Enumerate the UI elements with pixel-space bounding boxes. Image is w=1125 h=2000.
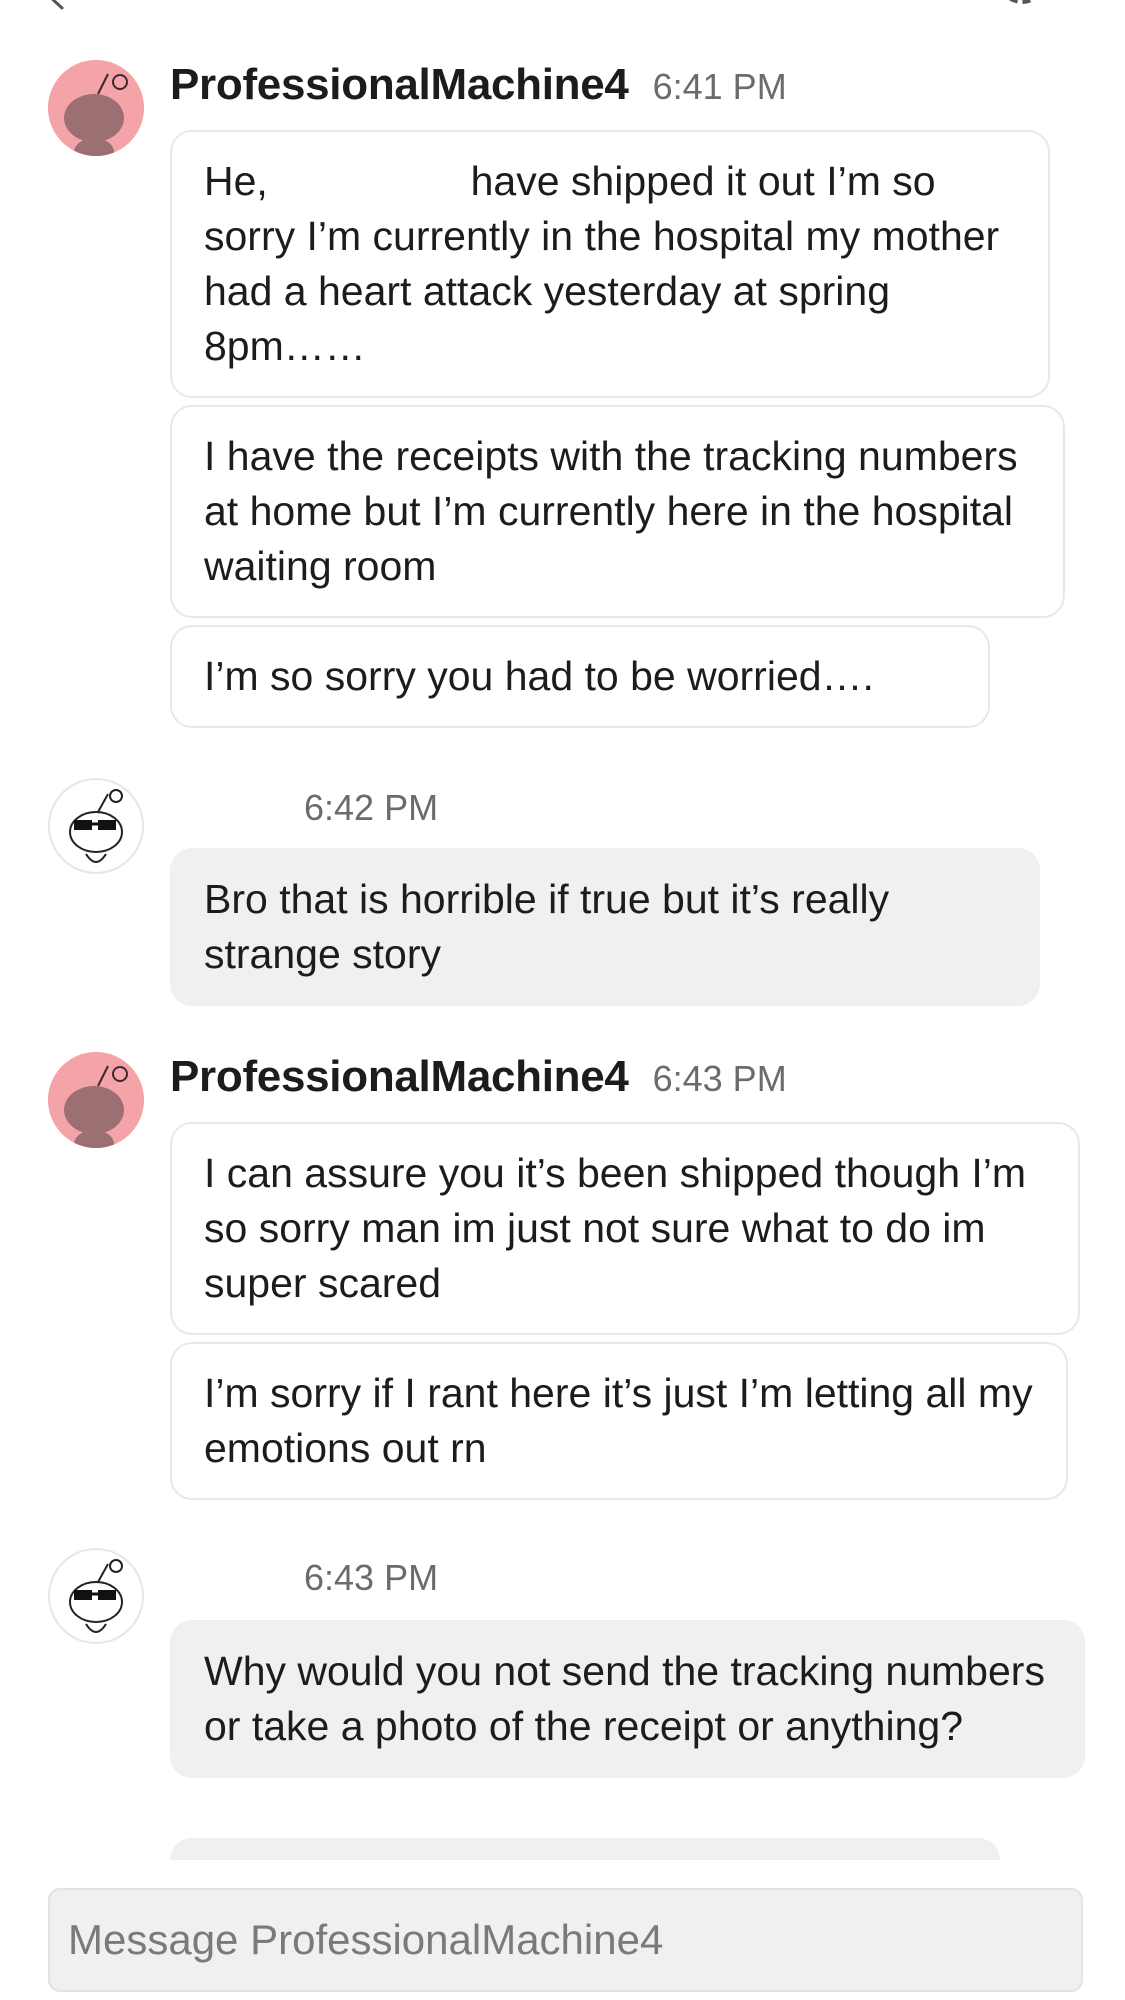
message-text: I’m so sorry you had to be worried….: [204, 653, 874, 699]
message-bubble[interactable]: I can assure you it’s been shipped thoug…: [170, 1122, 1080, 1335]
message-text: I have the receipts with the tracking nu…: [204, 433, 1018, 589]
message-header: ProfessionalMachine4 6:41 PM: [170, 60, 787, 120]
message-bubble[interactable]: Why would you not send the tracking numb…: [170, 1620, 1085, 1778]
message-text: I can assure you it’s been shipped thoug…: [204, 1150, 1027, 1306]
message-list[interactable]: ProfessionalMachine4 6:41 PM He, have sh…: [0, 0, 1125, 1860]
snoo-sunglasses-avatar-icon[interactable]: [48, 778, 144, 874]
message-time: 6:42 PM: [304, 787, 439, 828]
message-header: 6:42 PM: [170, 780, 438, 840]
message-composer[interactable]: [48, 1888, 1083, 1992]
message-bubble[interactable]: Bro that is horrible if true but it’s re…: [170, 848, 1040, 1006]
message-time: 6:41 PM: [652, 66, 787, 107]
message-time: 6:43 PM: [652, 1058, 787, 1099]
message-time: 6:43 PM: [304, 1557, 439, 1598]
snoo-sunglasses-avatar-icon[interactable]: [48, 1548, 144, 1644]
snoo-avatar-icon[interactable]: [48, 1052, 144, 1148]
message-text: Why would you not send the tracking numb…: [204, 1648, 1045, 1749]
message-text: I’m sorry if I rant here it’s just I’m l…: [204, 1370, 1033, 1471]
message-text: Bro that is horrible if true but it’s re…: [204, 876, 890, 977]
snoo-avatar-icon[interactable]: [48, 60, 144, 156]
redacted-text: [279, 161, 460, 208]
sender-name[interactable]: ProfessionalMachine4: [170, 1052, 629, 1102]
message-input[interactable]: [66, 1915, 1065, 1965]
message-header: ProfessionalMachine4 6:43 PM: [170, 1052, 787, 1112]
message-header: 6:43 PM: [170, 1550, 438, 1610]
message-bubble-partial[interactable]: [170, 1838, 1000, 1860]
message-bubble[interactable]: I’m sorry if I rant here it’s just I’m l…: [170, 1342, 1068, 1500]
message-bubble[interactable]: I’m so sorry you had to be worried….: [170, 625, 990, 728]
message-bubble[interactable]: He, have shipped it out I’m so sorry I’m…: [170, 130, 1050, 398]
redacted-sender-name[interactable]: [170, 1550, 280, 1590]
message-text-start: He,: [204, 158, 268, 204]
sender-name[interactable]: ProfessionalMachine4: [170, 60, 629, 110]
message-bubble[interactable]: I have the receipts with the tracking nu…: [170, 405, 1065, 618]
redacted-sender-name[interactable]: [170, 780, 280, 820]
